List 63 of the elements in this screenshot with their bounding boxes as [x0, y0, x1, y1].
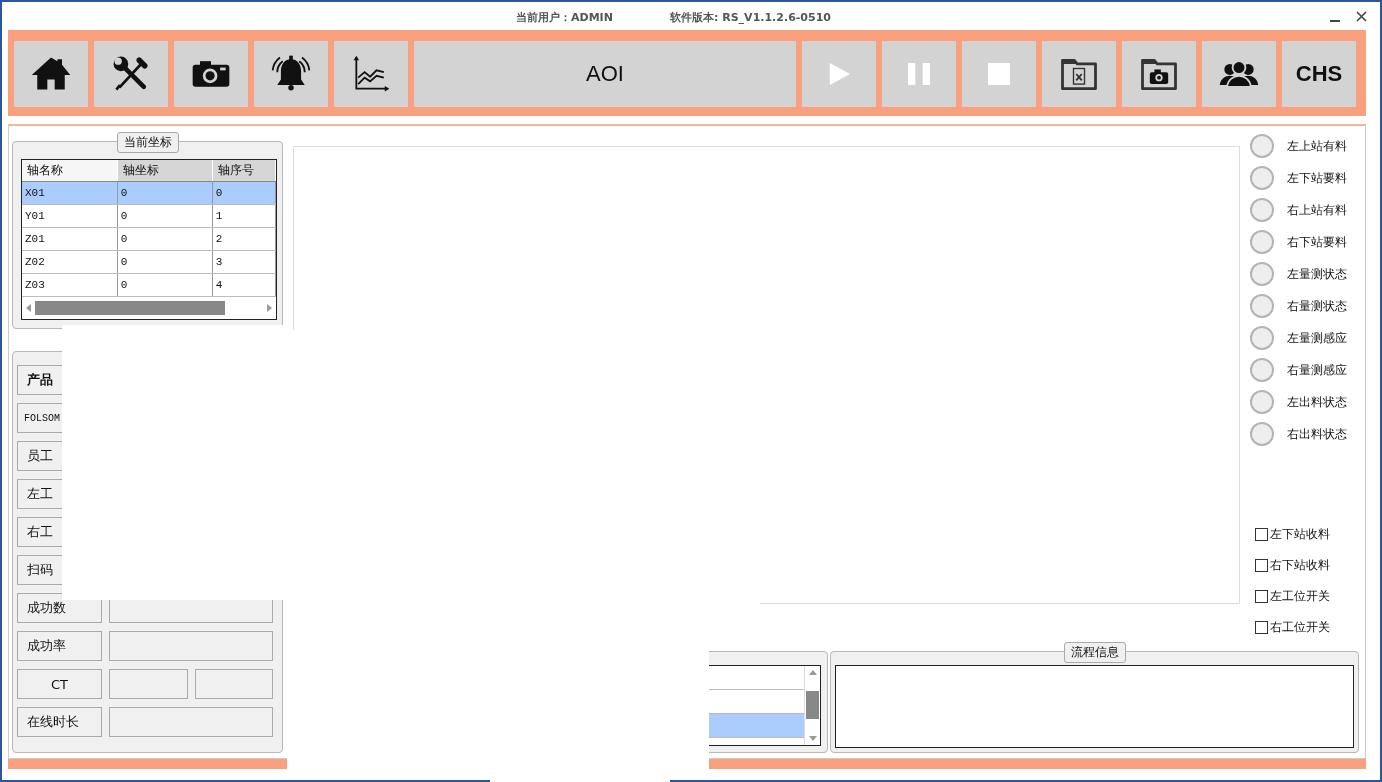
column-header[interactable]: 轴序号 — [212, 160, 276, 182]
indicator-label: 左上站有料 — [1287, 137, 1347, 155]
title-button[interactable]: AOI — [414, 41, 796, 107]
table-row[interactable]: X01 0 0 — [22, 181, 276, 205]
table-cell: 0 — [117, 273, 213, 297]
checkbox[interactable] — [1255, 590, 1268, 603]
table-cell: 0 — [117, 227, 213, 251]
indicator-label: 左量测感应 — [1287, 329, 1347, 347]
table-row[interactable]: Y01 0 1 — [22, 204, 276, 228]
indicator-label: 左出料状态 — [1287, 393, 1347, 411]
language-button[interactable]: CHS — [1282, 41, 1356, 107]
scrollbar-thumb[interactable] — [35, 301, 225, 315]
group-legend: 当前坐标 — [116, 132, 179, 153]
stat-label-button[interactable]: 成功率 — [17, 631, 102, 661]
table-cell: 0 — [117, 204, 213, 228]
current-user-label: 当前用户：ADMIN — [516, 10, 613, 25]
stat-label-button[interactable]: CT — [17, 669, 102, 699]
table-cell: X01 — [22, 181, 118, 205]
table-cell: Z03 — [22, 273, 118, 297]
folder-camera-button[interactable] — [1122, 41, 1196, 107]
close-icon[interactable] — [1356, 11, 1367, 22]
folder-file-button[interactable] — [1042, 41, 1116, 107]
table-row[interactable]: Z01 0 2 — [22, 227, 276, 251]
table-row[interactable]: Z03 0 4 — [22, 273, 276, 297]
table-cell: 2 — [212, 227, 276, 251]
scroll-left-icon — [26, 304, 31, 312]
scrollbar-thumb[interactable] — [806, 691, 819, 719]
scroll-up-icon — [808, 670, 817, 675]
column-header[interactable]: 轴名称 — [22, 160, 118, 182]
indicator-label: 右量测状态 — [1287, 297, 1347, 315]
stat-label-button[interactable]: 在线时长 — [17, 707, 102, 737]
checkbox-label: 右工位开关 — [1270, 619, 1330, 636]
table-cell: 4 — [212, 273, 276, 297]
checkbox-label: 左工位开关 — [1270, 588, 1330, 605]
column-header[interactable]: 轴坐标 — [117, 160, 213, 182]
software-version-label: 软件版本: RS_V1.1.2.6-0510 — [670, 10, 831, 25]
table-cell: Z02 — [22, 250, 118, 274]
table-cell: Y01 — [22, 204, 118, 228]
camera-button[interactable] — [174, 41, 248, 107]
checkbox-label: 右下站收料 — [1270, 557, 1330, 574]
checkbox[interactable] — [1255, 528, 1268, 541]
scroll-down-icon — [808, 736, 817, 741]
table-cell: 3 — [212, 250, 276, 274]
indicator-label: 右出料状态 — [1287, 425, 1347, 443]
home-button[interactable] — [14, 41, 88, 107]
indicator-label: 右下站要料 — [1287, 233, 1347, 251]
alarm-bell-button[interactable] — [254, 41, 328, 107]
indicator-label: 左下站要料 — [1287, 169, 1347, 187]
table-cell: 1 — [212, 204, 276, 228]
checkbox[interactable] — [1255, 621, 1268, 634]
indicator-label: 右上站有料 — [1287, 201, 1347, 219]
group-legend: 流程信息 — [1063, 642, 1126, 663]
indicator-label: 右量测感应 — [1287, 361, 1347, 379]
table-cell: 0 — [117, 250, 213, 274]
tools-button[interactable] — [94, 41, 168, 107]
line-chart-button[interactable] — [334, 41, 408, 107]
checkbox-label: 左下站收料 — [1270, 526, 1330, 543]
indicator-label: 左量测状态 — [1287, 265, 1347, 283]
table-row[interactable]: Z02 0 3 — [22, 250, 276, 274]
table-cell: Z01 — [22, 227, 118, 251]
users-button[interactable] — [1202, 41, 1276, 107]
checkbox[interactable] — [1255, 559, 1268, 572]
scroll-right-icon — [267, 304, 272, 312]
